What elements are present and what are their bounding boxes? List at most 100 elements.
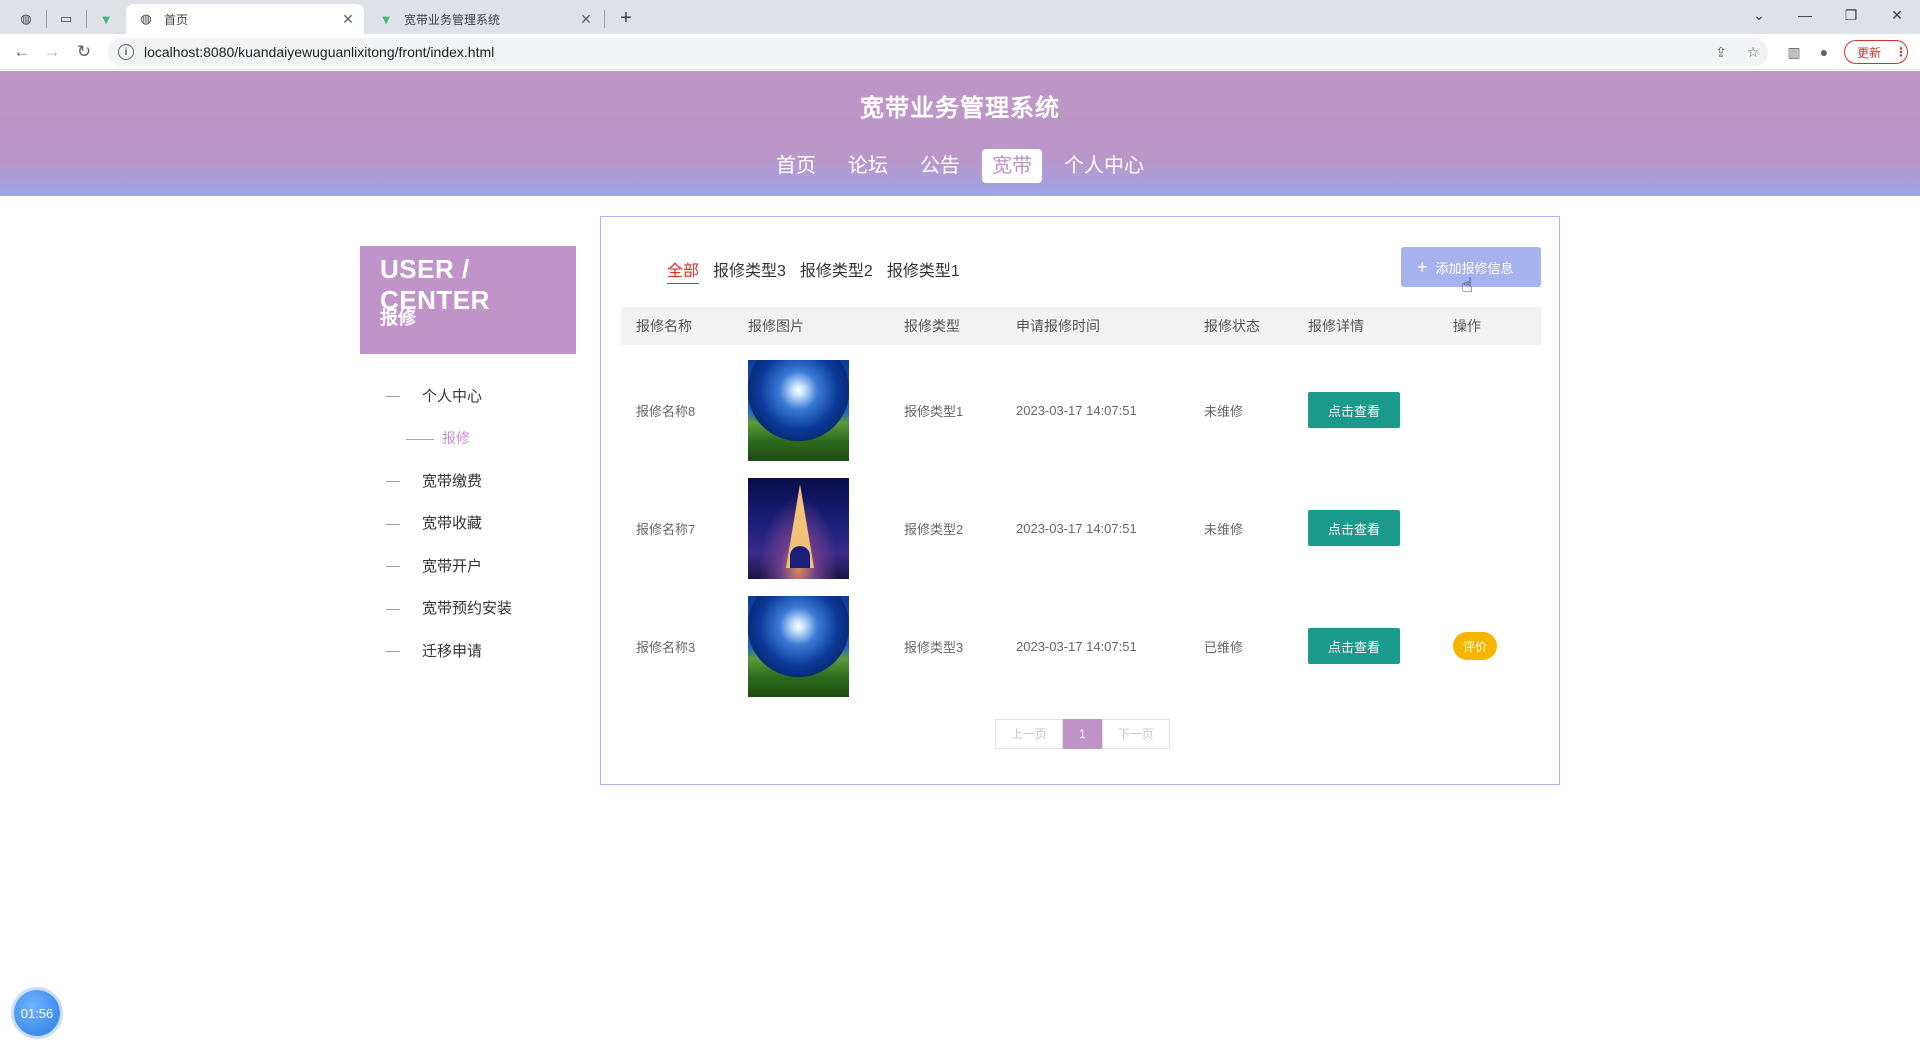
repair-time: 2023-03-17 14:07:51: [1016, 520, 1137, 536]
url-text[interactable]: localhost:8080/kuandaiyewuguanlixitong/f…: [144, 44, 494, 60]
repair-image-cell: [748, 587, 849, 705]
tab-home[interactable]: ◍ 首页 ✕: [126, 4, 364, 34]
dash-icon: —: [386, 557, 400, 574]
view-detail-button[interactable]: 点击查看: [1308, 392, 1400, 428]
repair-status: 未维修: [1204, 403, 1244, 419]
minimize-button[interactable]: —: [1782, 0, 1828, 30]
sidebar-menu: — 个人中心 —— 报修 — 宽带缴费 — 宽带收藏 — 宽带开户 — 宽带预约…: [360, 374, 576, 672]
nav-broadband[interactable]: 宽带: [982, 149, 1042, 183]
filter-type-2[interactable]: 报修类型2: [800, 257, 873, 284]
globe-icon: ◍: [140, 11, 152, 26]
column-header: 报修名称: [636, 318, 692, 334]
nav-notice[interactable]: 公告: [910, 149, 970, 183]
more-menu-icon: ⋮: [1895, 45, 1907, 59]
tab-separator: [604, 10, 605, 28]
tab-system[interactable]: ▼ 宽带业务管理系统 ✕: [366, 4, 602, 34]
site-title: 宽带业务管理系统: [860, 95, 1060, 122]
update-label: 更新: [1857, 45, 1882, 60]
tab-separator: [86, 10, 87, 28]
sidebar-item-payment[interactable]: — 宽带缴费: [360, 459, 576, 502]
sidebar-item-repair[interactable]: —— 报修: [360, 417, 576, 460]
pinned-tab-3[interactable]: ▼: [90, 4, 122, 34]
table-row: 报修名称7 报修类型2 2023-03-17 14:07:51 未维修 点击查看: [621, 469, 1541, 587]
new-tab-button[interactable]: +: [614, 6, 638, 30]
prev-page-button[interactable]: 上一页: [995, 719, 1064, 749]
dash-icon: —: [386, 642, 400, 659]
sidebar-item-label: 报修: [442, 429, 470, 446]
restore-button[interactable]: ❐: [1828, 0, 1874, 30]
vue-logo-icon: ▼: [99, 11, 113, 27]
column-header: 报修图片: [748, 318, 804, 334]
sidebar-title-cn: 报修: [380, 308, 416, 328]
pagination: 上一页 1 下一页: [995, 719, 1170, 749]
close-window-button[interactable]: ✕: [1874, 0, 1920, 30]
view-detail-button[interactable]: 点击查看: [1308, 510, 1400, 546]
tab-title: 宽带业务管理系统: [404, 12, 501, 27]
nav-forum[interactable]: 论坛: [838, 149, 898, 183]
dash-icon: —: [386, 599, 400, 616]
dash-icon: ——: [406, 429, 434, 446]
nav-home[interactable]: 首页: [766, 149, 826, 183]
sidebar-item-favorites[interactable]: — 宽带收藏: [360, 502, 576, 545]
filter-type-1[interactable]: 报修类型1: [887, 257, 960, 284]
sidebar-item-label: 宽带开户: [422, 557, 483, 575]
globe-icon: ◍: [20, 11, 32, 26]
site-header: 宽带业务管理系统 首页 论坛 公告 宽带 个人中心: [0, 71, 1920, 196]
column-header: 申请报修时间: [1016, 318, 1100, 334]
dash-icon: —: [386, 472, 400, 489]
sidebar-item-migration[interactable]: — 迁移申请: [360, 629, 576, 672]
next-page-button[interactable]: 下一页: [1101, 719, 1170, 749]
page-number-1[interactable]: 1: [1063, 719, 1102, 749]
floating-timer[interactable]: 01:56: [14, 990, 60, 1036]
address-bar-row: ← → ↻ i localhost:8080/kuandaiyewuguanli…: [0, 34, 1920, 70]
filter-all[interactable]: 全部: [667, 257, 700, 284]
update-button[interactable]: 更新 ⋮: [1844, 40, 1908, 64]
reload-icon[interactable]: ↻: [72, 40, 96, 64]
sidebar-item-label: 宽带预约安装: [422, 600, 513, 618]
repair-type: 报修类型1: [904, 403, 964, 419]
repair-status: 未维修: [1204, 521, 1244, 537]
close-tab-icon[interactable]: ✕: [340, 11, 356, 27]
hand-cursor-icon: ☝: [1461, 275, 1474, 297]
dash-icon: —: [386, 514, 400, 531]
tab-search-icon[interactable]: ⌄: [1736, 0, 1782, 30]
add-repair-label: 添加报修信息: [1435, 260, 1514, 276]
repair-name: 报修名称7: [636, 521, 696, 537]
side-panel-icon[interactable]: ▥: [1784, 42, 1804, 62]
info-icon[interactable]: i: [118, 44, 134, 60]
tower-arch: [790, 545, 810, 568]
repair-image[interactable]: [748, 477, 849, 579]
repair-time: 2023-03-17 14:07:51: [1016, 402, 1137, 418]
browser-tab-bar: ◍ ▭ ▼ ◍ 首页 ✕ ▼ 宽带业务管理系统 ✕ + ⌄ — ❐ ✕: [0, 0, 1920, 34]
filter-type-3[interactable]: 报修类型3: [713, 257, 786, 284]
url-bar[interactable]: i localhost:8080/kuandaiyewuguanlixitong…: [108, 38, 1768, 66]
repair-name: 报修名称8: [636, 403, 696, 419]
column-header: 报修类型: [904, 318, 960, 334]
sidebar-header: USER / CENTER 报修: [360, 246, 576, 354]
detail-cell: 点击查看: [1308, 587, 1400, 705]
share-icon[interactable]: ⇪: [1712, 43, 1730, 61]
sidebar-item-install-booking[interactable]: — 宽带预约安装: [360, 587, 576, 630]
bookmark-star-icon[interactable]: ☆: [1744, 43, 1762, 61]
pinned-tab-1[interactable]: ◍: [10, 4, 42, 34]
tab-separator: [46, 10, 47, 28]
view-detail-button[interactable]: 点击查看: [1308, 628, 1400, 664]
profile-avatar-icon[interactable]: ●: [1814, 42, 1834, 62]
sidebar-item-label: 迁移申请: [422, 642, 483, 660]
rate-button[interactable]: 评价: [1453, 632, 1497, 660]
detail-cell: 点击查看: [1308, 469, 1400, 587]
plus-icon: +: [1417, 256, 1428, 277]
repair-image[interactable]: [748, 595, 849, 697]
nav-user-center[interactable]: 个人中心: [1054, 149, 1154, 183]
back-arrow-icon[interactable]: ←: [10, 40, 34, 64]
sidebar-item-user-center[interactable]: — 个人中心: [360, 374, 576, 417]
repair-image[interactable]: [748, 359, 849, 461]
sidebar-item-open-account[interactable]: — 宽带开户: [360, 544, 576, 587]
repair-type: 报修类型3: [904, 639, 964, 655]
close-tab-icon[interactable]: ✕: [578, 11, 594, 27]
table-header: 报修名称 报修图片 报修类型 申请报修时间 报修状态 报修详情 操作: [621, 307, 1541, 345]
forward-arrow-icon[interactable]: →: [40, 40, 64, 64]
pinned-tab-2[interactable]: ▭: [50, 4, 82, 34]
top-navigation: 首页 论坛 公告 宽带 个人中心: [0, 149, 1920, 183]
repair-type: 报修类型2: [904, 521, 964, 537]
